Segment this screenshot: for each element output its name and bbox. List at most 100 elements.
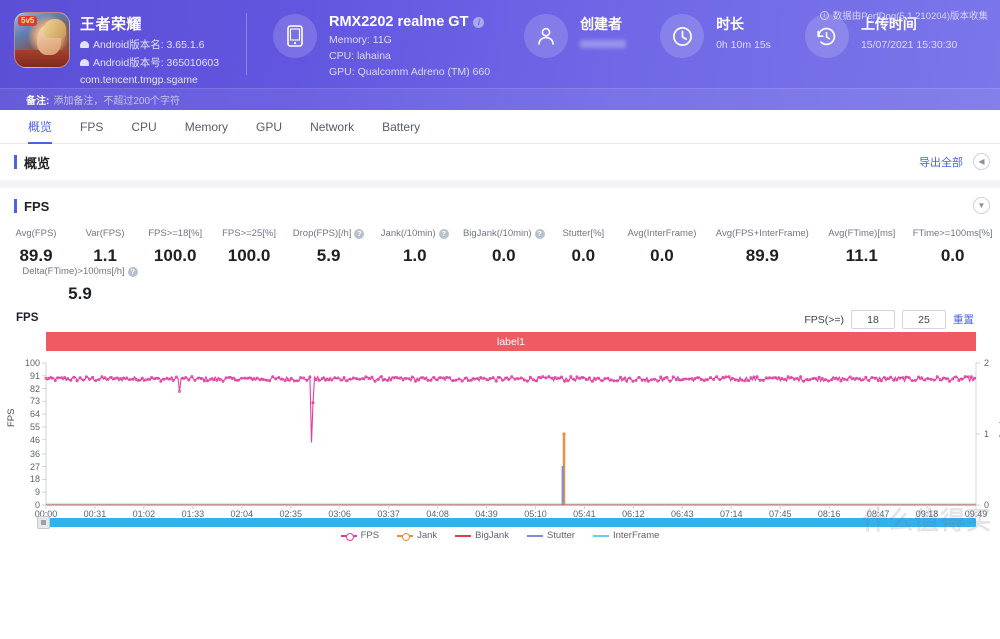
accent-bar [14, 199, 17, 213]
help-icon[interactable]: ? [354, 229, 364, 239]
version-note-text: 数据由PerfDog(5.1.210204)版本收集 [833, 8, 988, 22]
metric-FPS>=18[%]: FPS>=18[%] 100.0 [138, 228, 212, 266]
metric-label-text: BigJank(/10min) [463, 228, 532, 239]
help-icon[interactable]: ? [439, 229, 449, 239]
legend-marker [527, 535, 543, 537]
panel-gap [0, 180, 1000, 188]
chart-horizontal-scrollbar[interactable] [46, 518, 976, 527]
metric-label-text: Var(FPS) [86, 228, 125, 239]
metric-label: Avg(FPS+InterFrame) [706, 228, 818, 239]
metric-label: FPS>=25[%] [212, 228, 286, 239]
export-all-link[interactable]: 导出全部 [919, 154, 963, 170]
help-icon[interactable]: ? [535, 229, 545, 239]
metric-label: Avg(FTime)[ms] [818, 228, 905, 239]
metric-label-text: Avg(FPS) [15, 228, 56, 239]
reset-link[interactable]: 重置 [953, 312, 974, 327]
metric-Avg(FPS): Avg(FPS) 89.9 [0, 228, 72, 266]
metric-label: FPS>=18[%] [138, 228, 212, 239]
legend-marker [341, 535, 357, 537]
y2-tick-label: 1 [984, 429, 989, 439]
perfdog-version-note: i 数据由PerfDog(5.1.210204)版本收集 [820, 8, 988, 22]
y-tick-label: 73 [4, 396, 40, 406]
metric-Drop(FPS)[/h]: Drop(FPS)[/h]? 5.9 [286, 228, 371, 266]
metric-value: 5.9 [0, 284, 160, 304]
chart-legend: FPS Jank BigJank Stutter InterFrame [0, 528, 1000, 543]
legend-marker [593, 535, 609, 537]
metric-label-text: FPS>=18[%] [148, 228, 202, 239]
chevron-down-icon[interactable]: ▼ [973, 197, 990, 214]
fps-plot-area[interactable]: FPS Jank 09182736465564738291100 012 00:… [0, 355, 1000, 515]
y-tick-label: 100 [4, 358, 40, 368]
tab-Memory[interactable]: Memory [171, 110, 242, 144]
metric-value: 5.9 [286, 246, 371, 266]
legend-item-Jank[interactable]: Jank [397, 530, 437, 541]
fps-threshold-low-input[interactable] [851, 310, 895, 329]
overview-actions: 导出全部 ◀ [919, 153, 990, 170]
fps-threshold-high-input[interactable] [902, 310, 946, 329]
help-icon[interactable]: ? [128, 267, 138, 277]
app-info-block: 5v5 王者荣耀 Android版本名: 3.65.1.6 Android版本号… [0, 0, 246, 86]
tab-Network[interactable]: Network [296, 110, 368, 144]
page-title: 概览 [24, 153, 50, 172]
fps-chart-label: FPS [16, 312, 38, 324]
device-info-block: RMX2202 realme GT i Memory: 11G CPU: lah… [247, 0, 490, 78]
app-version-name: Android版本名: 3.65.1.6 [93, 37, 204, 52]
legend-label: FPS [361, 530, 379, 541]
tab-Battery[interactable]: Battery [368, 110, 434, 144]
fps-header: FPS [0, 188, 1000, 224]
y-tick-label: 9 [4, 487, 40, 497]
metric-label: FTime>=100ms[%] [905, 228, 1000, 239]
tab-GPU[interactable]: GPU [242, 110, 296, 144]
metric-value: 100.0 [212, 246, 286, 266]
app-version-name-row: Android版本名: 3.65.1.6 [80, 37, 219, 52]
metric-value: 89.9 [706, 246, 818, 266]
metric-label-text: Jank(/10min) [381, 228, 436, 239]
metric-Stutter[%]: Stutter[%]0.0 [549, 228, 617, 266]
app-version-code: Android版本号: 365010603 [93, 55, 219, 70]
scene-label-band[interactable]: label1 [46, 332, 976, 351]
metric-label-text: FPS>=25[%] [222, 228, 276, 239]
legend-label: Stutter [547, 530, 575, 541]
fps-plot-svg [0, 355, 1000, 515]
device-cpu: CPU: lahaina [329, 50, 490, 62]
y-tick-label: 55 [4, 422, 40, 432]
app-name: 王者荣耀 [80, 13, 219, 34]
report-body: 概览 导出全部 ◀ FPS ▼ Avg(FPS)89.9Var(FPS)1.1F… [0, 144, 1000, 549]
remark-input[interactable]: 添加备注，不超过200个字符 [53, 92, 180, 107]
legend-item-BigJank[interactable]: BigJank [455, 530, 509, 541]
metric-label-text: Delta(FTime)>100ms[/h] [22, 266, 124, 277]
y-tick-label: 27 [4, 462, 40, 472]
metric-Jank(/10min): Jank(/10min)?1.0 [371, 228, 458, 266]
report-header: i 数据由PerfDog(5.1.210204)版本收集 5v5 王者荣耀 An… [0, 0, 1000, 110]
metric-value: 100.0 [138, 246, 212, 266]
metric-value: 0.0 [458, 246, 549, 266]
legend-marker [397, 535, 413, 537]
app-icon-hair [44, 19, 66, 37]
chevron-left-icon[interactable]: ◀ [973, 153, 990, 170]
legend-item-InterFrame[interactable]: InterFrame [593, 530, 659, 541]
legend-item-Stutter[interactable]: Stutter [527, 530, 575, 541]
overview-header: 概览 [0, 144, 1000, 180]
scrollbar-handle[interactable] [37, 516, 50, 529]
fps-section-title: FPS [24, 199, 49, 214]
tab-CPU[interactable]: CPU [117, 110, 170, 144]
device-memory: Memory: 11G [329, 34, 490, 46]
creator-block: 创建者 [490, 0, 626, 58]
clock-icon [660, 14, 704, 58]
metric-label-text: Avg(InterFrame) [627, 228, 696, 239]
device-info-icon[interactable]: i [473, 17, 484, 28]
phone-icon [273, 14, 317, 58]
y-tick-label: 91 [4, 371, 40, 381]
tab-概览[interactable]: 概览 [14, 110, 66, 144]
metric-value: 89.9 [0, 246, 72, 266]
tab-FPS[interactable]: FPS [66, 110, 117, 144]
creator-title: 创建者 [580, 14, 626, 34]
metric-label: BigJank(/10min)? [458, 228, 549, 239]
fps-filter-label: FPS(>=) [804, 314, 844, 326]
app-package-name: com.tencent.tmgp.sgame [80, 74, 219, 86]
metric-value: 1.1 [72, 246, 138, 266]
y-tick-label: 64 [4, 409, 40, 419]
metric-label: Drop(FPS)[/h]? [286, 228, 371, 239]
legend-item-FPS[interactable]: FPS [341, 530, 379, 541]
remark-bar[interactable]: 备注: 添加备注，不超过200个字符 [0, 88, 1000, 110]
